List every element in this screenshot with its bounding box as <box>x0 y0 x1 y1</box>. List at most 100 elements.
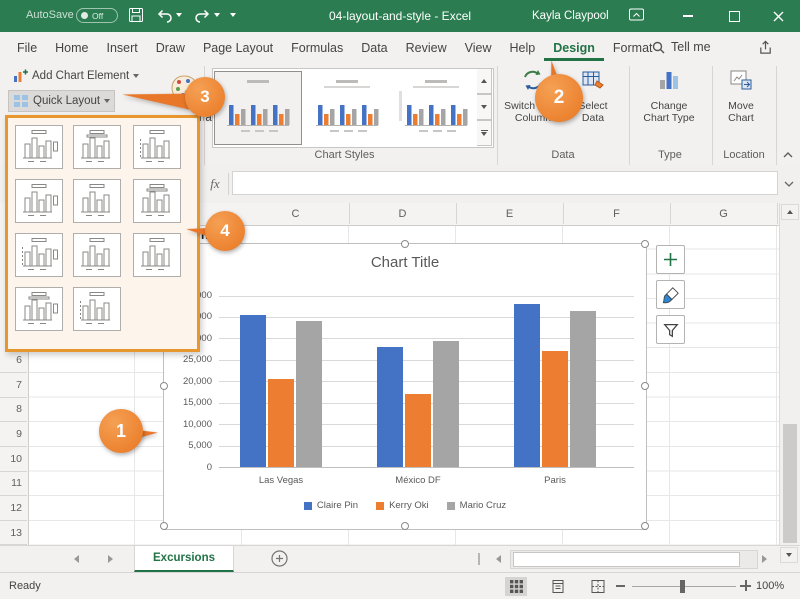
quick-layout-option[interactable] <box>73 125 121 169</box>
ribbon-tab-view[interactable]: View <box>456 34 501 61</box>
ribbon-tab-formulas[interactable]: Formulas <box>282 34 352 61</box>
more-bar-icon <box>481 130 488 131</box>
quick-layout-option[interactable] <box>73 287 121 331</box>
zoom-in-button[interactable] <box>740 580 751 591</box>
quick-layout-button[interactable]: Quick Layout <box>8 90 115 112</box>
minimize-button[interactable] <box>666 0 710 32</box>
ribbon-tab-file[interactable]: File <box>8 34 46 61</box>
row-header-13[interactable]: 13 <box>0 521 27 546</box>
chart-bar-mario-cruz[interactable] <box>296 321 322 467</box>
chart-bar-mario-cruz[interactable] <box>570 311 596 467</box>
chart-styles-button[interactable] <box>656 280 685 309</box>
ribbon-tab-page-layout[interactable]: Page Layout <box>194 34 282 61</box>
column-header-e[interactable]: E <box>457 203 564 224</box>
ribbon-display-options-icon[interactable] <box>628 7 645 28</box>
quick-layout-option[interactable] <box>15 125 63 169</box>
column-header-f[interactable]: F <box>564 203 671 224</box>
quick-layout-option[interactable] <box>133 125 181 169</box>
ribbon-tab-home[interactable]: Home <box>46 34 97 61</box>
gallery-more-button[interactable] <box>477 120 492 146</box>
zoom-slider-thumb[interactable] <box>680 580 685 593</box>
chart-title[interactable]: Chart Title <box>164 254 646 271</box>
selection-handle[interactable] <box>641 382 649 390</box>
row-header-12[interactable]: 12 <box>0 496 27 521</box>
scroll-up-button[interactable] <box>781 204 799 220</box>
selection-handle[interactable] <box>401 240 409 248</box>
quick-layout-option[interactable] <box>15 233 63 277</box>
quick-layout-option[interactable] <box>133 179 181 223</box>
close-button[interactable] <box>756 0 800 32</box>
zoom-level[interactable]: 100% <box>756 580 784 592</box>
chart-style-option[interactable] <box>214 71 302 145</box>
quick-layout-option[interactable] <box>73 179 121 223</box>
quick-layout-option[interactable] <box>73 233 121 277</box>
chart-bar-kerry-oki[interactable] <box>405 394 431 467</box>
fx-button[interactable]: fx <box>202 173 229 195</box>
chart-filters-button[interactable] <box>656 315 685 344</box>
page-break-view-button[interactable] <box>587 577 609 596</box>
legend-item[interactable]: Mario Cruz <box>447 500 506 511</box>
normal-view-button[interactable] <box>505 577 527 596</box>
vertical-scroll-thumb[interactable] <box>783 424 797 543</box>
row-header-8[interactable]: 8 <box>0 398 27 423</box>
sheet-nav-prev-icon[interactable] <box>74 555 79 563</box>
row-header-7[interactable]: 7 <box>0 373 27 398</box>
change-chart-type-button[interactable]: Change Chart Type <box>633 67 705 124</box>
scroll-down-button[interactable] <box>780 547 798 563</box>
column-header-d[interactable]: D <box>350 203 457 224</box>
selection-handle[interactable] <box>160 522 168 530</box>
share-icon[interactable] <box>758 40 773 60</box>
column-header-c[interactable]: C <box>243 203 350 224</box>
chart-bar-kerry-oki[interactable] <box>268 379 294 467</box>
row-header-9[interactable]: 9 <box>0 422 27 447</box>
new-sheet-button[interactable] <box>271 550 288 572</box>
legend-item[interactable]: Claire Pin <box>304 500 358 511</box>
formula-input[interactable] <box>232 171 778 195</box>
hscroll-left-button[interactable] <box>496 555 501 563</box>
move-chart-button[interactable]: Move Chart <box>711 67 771 124</box>
row-header-10[interactable]: 10 <box>0 447 27 472</box>
ribbon-tab-insert[interactable]: Insert <box>98 34 147 61</box>
sheet-nav-next-icon[interactable] <box>108 555 113 563</box>
selection-handle[interactable] <box>641 522 649 530</box>
chart-object[interactable]: Chart Title 05,00010,00015,00020,00025,0… <box>163 243 647 530</box>
collapse-ribbon-icon[interactable] <box>783 146 793 164</box>
maximize-button[interactable] <box>712 0 756 32</box>
tell-me-box[interactable]: Tell me <box>652 40 711 54</box>
chart-bar-claire-pin[interactable] <box>240 315 266 467</box>
ribbon-tab-review[interactable]: Review <box>397 34 456 61</box>
chart-bar-claire-pin[interactable] <box>514 304 540 467</box>
sheet-tab-excursions[interactable]: Excursions <box>134 546 234 572</box>
quick-layout-option[interactable] <box>133 233 181 277</box>
selection-handle[interactable] <box>401 522 409 530</box>
ribbon-tab-design[interactable]: Design <box>544 34 604 61</box>
ribbon-tab-draw[interactable]: Draw <box>147 34 194 61</box>
quick-layout-option[interactable] <box>15 179 63 223</box>
chart-style-option[interactable] <box>392 71 480 145</box>
chart-bar-kerry-oki[interactable] <box>542 351 568 467</box>
selection-handle[interactable] <box>641 240 649 248</box>
page-layout-view-button[interactable] <box>547 577 569 596</box>
horizontal-scroll-thumb[interactable] <box>513 552 740 567</box>
chart-style-option[interactable] <box>303 71 391 145</box>
row-header-11[interactable]: 11 <box>0 472 27 497</box>
vertical-scrollbar[interactable] <box>779 203 800 545</box>
chart-legend[interactable]: Claire Pin Kerry Oki Mario Cruz <box>164 500 646 511</box>
gallery-scroll-down-button[interactable] <box>477 94 492 120</box>
horizontal-scrollbar[interactable] <box>510 550 758 569</box>
chart-elements-button[interactable] <box>656 245 685 274</box>
chart-bar-claire-pin[interactable] <box>377 347 403 467</box>
column-header-g[interactable]: G <box>671 203 778 224</box>
chart-bar-mario-cruz[interactable] <box>433 341 459 467</box>
ribbon-tab-help[interactable]: Help <box>501 34 545 61</box>
selection-handle[interactable] <box>160 382 168 390</box>
hscroll-right-button[interactable] <box>762 555 767 563</box>
scrollbar-divider[interactable] <box>478 553 480 565</box>
ribbon-tab-data[interactable]: Data <box>352 34 396 61</box>
add-chart-element-button[interactable]: Add Chart Element <box>8 66 143 86</box>
formula-bar-expand-icon[interactable] <box>784 175 794 193</box>
quick-layout-option[interactable] <box>15 287 63 331</box>
legend-item[interactable]: Kerry Oki <box>376 500 429 511</box>
zoom-out-button[interactable] <box>616 585 625 587</box>
gallery-scroll-up-button[interactable] <box>477 68 492 94</box>
